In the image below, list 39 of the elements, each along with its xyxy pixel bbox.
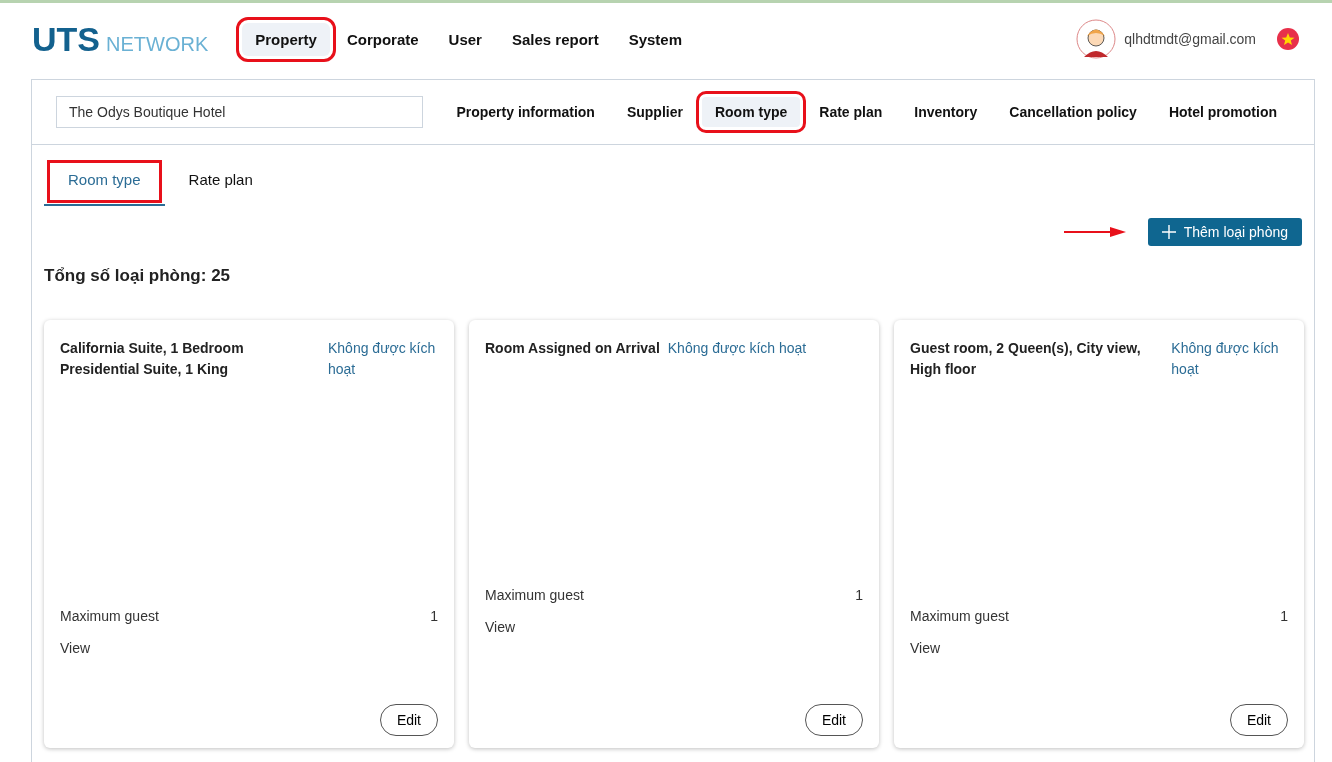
property-nav-item[interactable]: Property information [443,97,608,127]
edit-button[interactable]: Edit [804,704,863,736]
room-status: Không được kích hoạt [667,339,808,358]
room-name: California Suite, 1 Bedroom Presidential Suite, 1 King [60,339,245,379]
tab[interactable]: Room type [44,157,165,206]
guest-label: Maximum guest [60,608,159,624]
view-link[interactable]: View [910,640,1288,656]
room-name: Room Assigned on Arrival [485,339,660,358]
logo-subtext: NETWORK [106,32,209,56]
plus-icon [1161,225,1176,239]
view-link[interactable]: View [485,619,863,635]
tab[interactable]: Rate plan [164,157,277,206]
room-status: Không được kích hoạt [328,339,437,379]
guest-value: 1 [1280,608,1288,624]
property-nav-item[interactable]: Cancellation policy [996,97,1150,127]
add-room-type-button[interactable]: Thêm loại phòng [1147,218,1302,246]
flag-icon[interactable] [1276,27,1300,51]
nav-item[interactable]: User [435,22,495,56]
nav-item[interactable]: System [615,22,696,56]
edit-button[interactable]: Edit [1229,704,1288,736]
nav-item[interactable]: Corporate [333,22,432,56]
view-link[interactable]: View [60,640,438,656]
property-nav-item[interactable]: Inventory [901,97,991,127]
guest-label: Maximum guest [910,608,1009,624]
property-nav-item[interactable]: Rate plan [806,97,896,127]
user-email[interactable]: qlhdtmdt@gmail.com [1124,31,1256,47]
property-nav-item[interactable]: Supplier [613,97,696,127]
logo-text: UTS [32,19,100,59]
room-name: Guest room, 2 Queen(s), City view, High floor [910,339,1142,379]
property-field[interactable]: The Odys Boutique Hotel [56,96,424,128]
nav-item[interactable]: Sales report [498,22,612,56]
guest-value: 1 [430,608,438,624]
total-count: Tổng số loại phòng: 25 [44,266,232,286]
guest-label: Maximum guest [485,587,584,603]
room-status: Không được kích hoạt [1171,339,1280,379]
property-nav-item[interactable]: Hotel promotion [1155,97,1290,127]
guest-value: 1 [855,587,863,603]
edit-button[interactable]: Edit [379,704,438,736]
avatar-icon[interactable] [1076,19,1117,59]
